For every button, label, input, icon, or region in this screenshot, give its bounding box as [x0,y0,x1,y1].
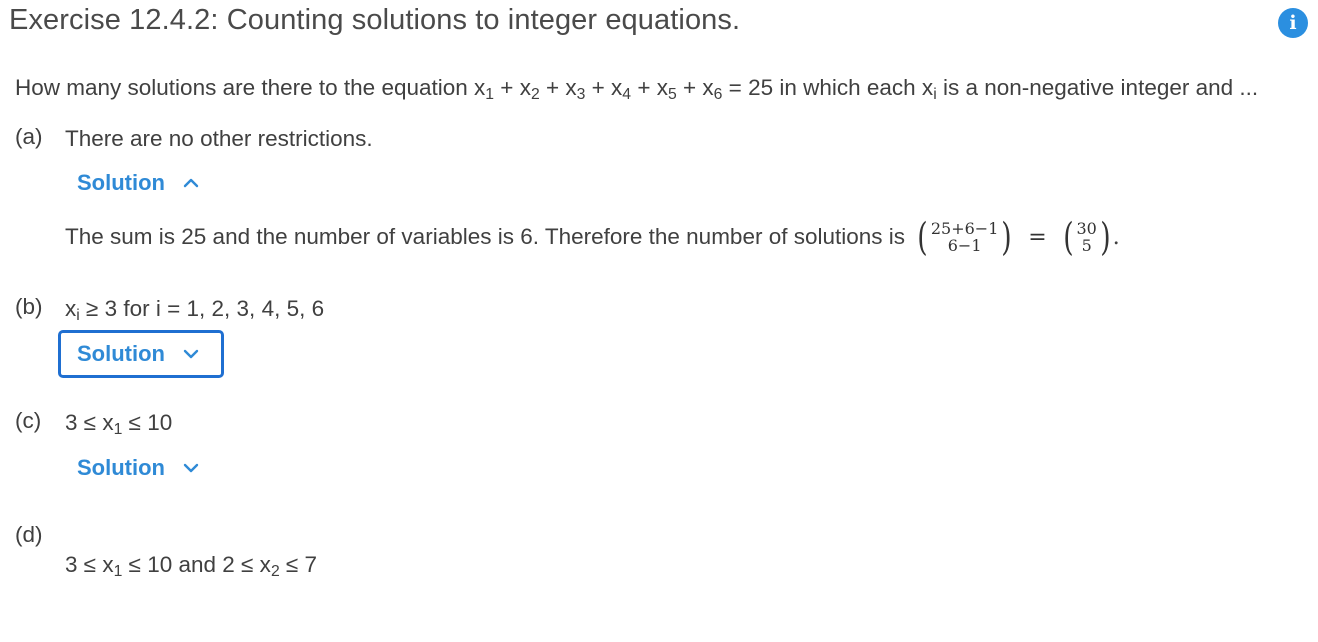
part-a-solution-content: The sum is 25 and the number of variable… [65,215,1120,259]
part-a-text: There are no other restrictions. [65,126,373,151]
part-c-label: (c) [15,408,42,433]
part-b-text: xi ≥ 3 for i = 1, 2, 3, 4, 5, 6 [65,296,325,324]
part-c-solution-button[interactable]: Solution [58,444,224,492]
part-b-label: (b) [15,294,43,319]
solution-label: Solution [77,341,165,366]
part-a-label: (a) [15,124,43,149]
chevron-down-icon [183,349,199,359]
part-a-solution-button[interactable]: Solution [58,159,224,207]
part-c-text: 3 ≤ x1 ≤ 10 [65,410,173,438]
page-title: Exercise 12.4.2: Counting solutions to i… [9,4,741,36]
equals-sign: = [1028,224,1047,250]
part-d-label: (d) [15,522,43,547]
part-d-text: 3 ≤ x1 ≤ 10 and 2 ≤ x2 ≤ 7 [65,552,318,580]
part-b-solution-button[interactable]: Solution [58,330,224,378]
solution-label: Solution [77,170,165,195]
binomial-2: ( 30 5 ) [1062,215,1111,259]
problem-statement: How many solutions are there to the equa… [15,75,1259,103]
solution-text: The sum is 25 and the number of variable… [65,224,906,249]
solution-label: Solution [77,455,165,480]
binomial-1: ( 25+6−1 6−1 ) [917,215,1012,259]
chevron-up-icon [183,178,199,188]
chevron-down-icon [183,463,199,473]
info-icon[interactable]: i [1278,8,1308,38]
